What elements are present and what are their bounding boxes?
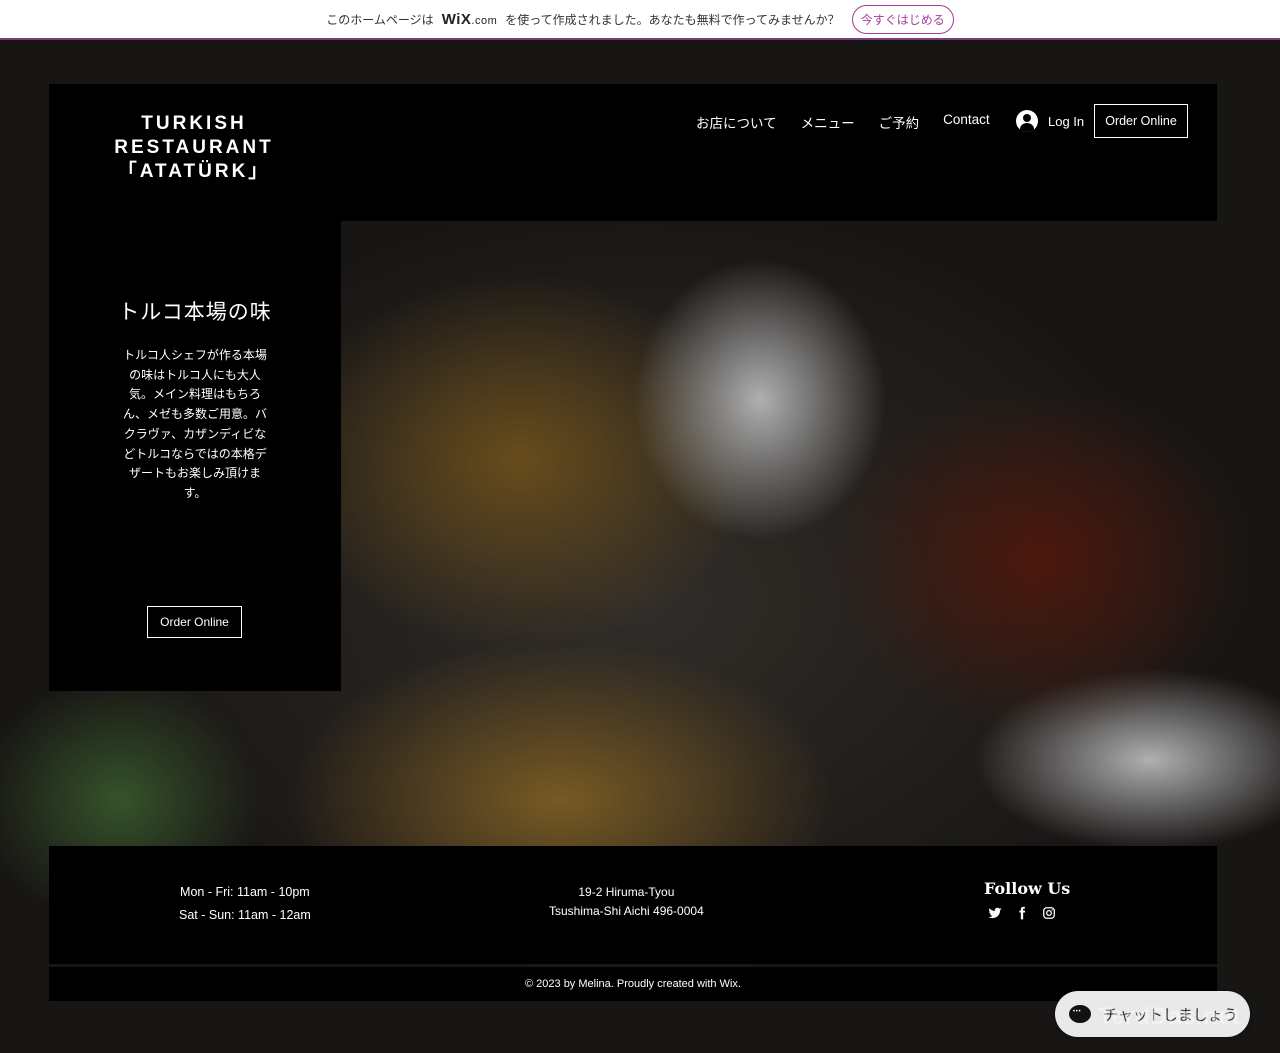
twitter-icon[interactable] <box>988 906 1002 920</box>
start-now-button[interactable]: 今すぐはじめる <box>851 4 954 34</box>
facebook-icon[interactable] <box>1015 906 1029 920</box>
banner-text-after: を使って作成されました。あなたも無料で作ってみませんか？ <box>505 12 840 27</box>
site-logo[interactable]: TURKISH RESTAURANT 「ATATÜRK」 <box>109 112 279 184</box>
nav-item-reservation[interactable]: ご予約 <box>879 112 920 132</box>
banner-text-before: このホームページは <box>326 12 434 27</box>
social-links <box>988 906 1056 920</box>
main-nav: お店について メニュー ご予約 Contact <box>696 112 990 132</box>
hero-order-online-button[interactable]: Order Online <box>147 606 242 638</box>
hero-text-panel: トルコ本場の味 トルコ人シェフが作る本場の味はトルコ人にも大人気。メイン料理はも… <box>49 221 341 691</box>
nav-item-about[interactable]: お店について <box>696 112 777 132</box>
login-label: Log In <box>1048 113 1085 129</box>
address: 19-2 Hiruma-Tyou Tsushima-Shi Aichi 496-… <box>549 885 704 918</box>
instagram-icon[interactable] <box>1042 906 1056 920</box>
follow-us-heading: Follow Us <box>984 879 1071 898</box>
site-footer: Mon - Fri: 11am - 10pm Sat - Sun: 11am -… <box>49 846 1217 964</box>
hero-title: トルコ本場の味 <box>118 300 272 324</box>
login-button[interactable]: Log In <box>1016 110 1084 132</box>
header-order-online-button[interactable]: Order Online <box>1094 104 1188 138</box>
wix-promo-banner: このホームページは WiX.com を使って作成されました。あなたも無料で作って… <box>0 0 1280 40</box>
hero-description: トルコ人シェフが作る本場の味はトルコ人にも大人気。メイン料理はもちろん、メゼも多… <box>122 348 267 500</box>
copyright-text: © 2023 by Melina. Proudly created with W… <box>525 978 741 990</box>
site-header: TURKISH RESTAURANT 「ATATÜRK」 お店について メニュー… <box>49 84 1217 221</box>
watermark: TerdDas.net <box>1098 1003 1241 1030</box>
user-avatar-icon <box>1016 110 1038 132</box>
copyright-bar: © 2023 by Melina. Proudly created with W… <box>49 967 1217 1001</box>
opening-hours: Mon - Fri: 11am - 10pm Sat - Sun: 11am -… <box>179 885 311 922</box>
wix-logo[interactable]: WiX.com <box>442 11 498 28</box>
nav-item-menu[interactable]: メニュー <box>801 112 855 132</box>
nav-item-contact[interactable]: Contact <box>943 112 990 132</box>
chat-bubble-icon <box>1069 1005 1091 1023</box>
